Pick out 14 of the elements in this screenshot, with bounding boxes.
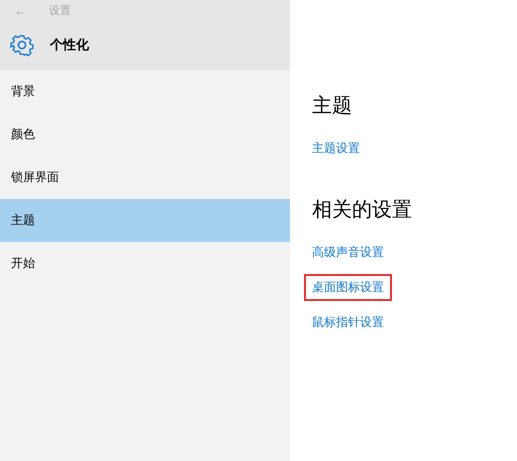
nav-item[interactable]: 主题 [0, 199, 290, 242]
nav-item[interactable]: 锁屏界面 [0, 156, 290, 199]
settings-link[interactable]: 主题设置 [306, 137, 366, 160]
nav-item[interactable]: 背景 [0, 70, 290, 113]
settings-link[interactable]: 鼠标指针设置 [306, 311, 390, 334]
page-title: 个性化 [50, 37, 89, 54]
section-heading: 相关的设置 [312, 197, 412, 221]
window-title: 设置 [49, 2, 71, 18]
nav-item[interactable]: 开始 [0, 242, 290, 285]
settings-link[interactable]: 桌面图标设置 [306, 276, 390, 299]
settings-icon [10, 33, 34, 57]
settings-link[interactable]: 高级声音设置 [306, 241, 390, 264]
nav-item[interactable]: 颜色 [0, 113, 290, 156]
section-heading: 主题 [312, 93, 352, 117]
